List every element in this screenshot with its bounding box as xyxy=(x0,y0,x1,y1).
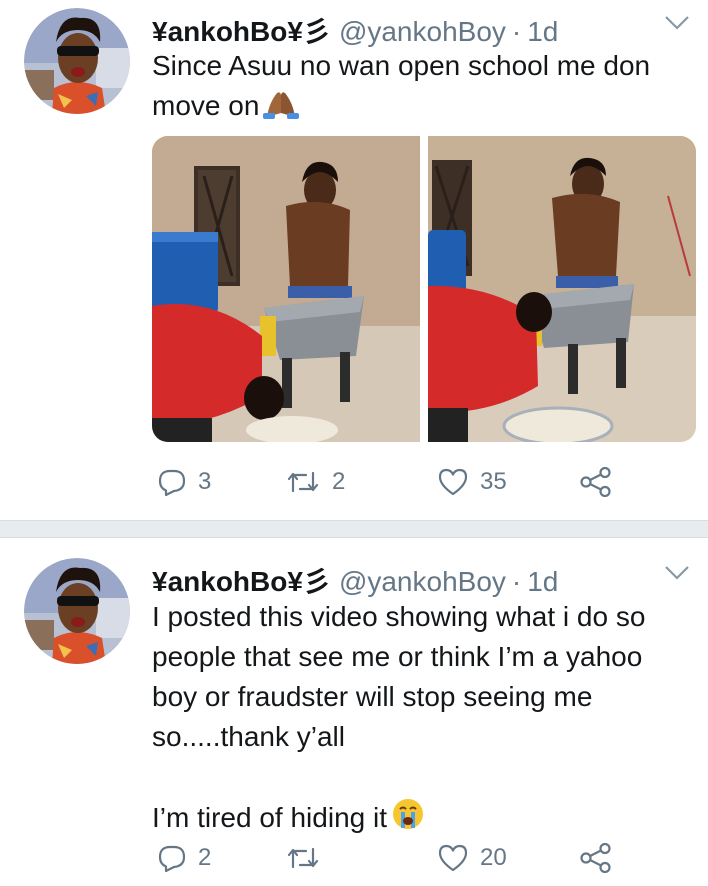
user-handle[interactable]: @yankohBoy xyxy=(339,16,506,48)
tweet-text-line: so.....thank y’all xyxy=(152,721,345,752)
media-gallery[interactable] xyxy=(152,136,696,442)
chevron-down-icon[interactable] xyxy=(664,564,690,582)
tweet-text-line: Since Asuu no wan open school me don xyxy=(152,50,651,81)
heart-icon xyxy=(438,468,468,496)
separator-dot: · xyxy=(511,566,522,597)
crying-face-emoji xyxy=(391,797,425,842)
like-button[interactable]: 35 xyxy=(438,462,507,502)
folded-hands-emoji xyxy=(263,89,300,130)
like-button[interactable]: 20 xyxy=(438,838,507,878)
photo-left[interactable] xyxy=(152,136,420,442)
user-handle[interactable]: @yankohBoy xyxy=(339,566,506,598)
tweet-text-line xyxy=(152,757,692,797)
retweet-button[interactable] xyxy=(286,838,332,878)
share-button[interactable] xyxy=(580,462,612,502)
like-count: 35 xyxy=(480,468,507,495)
tweet-actions: 3 2 35 xyxy=(152,462,632,502)
tweet-text: I posted this video showing what i do so… xyxy=(152,597,692,842)
separator-dot: · xyxy=(511,16,522,47)
tweet-card[interactable]: ¥ankohBo¥彡 @yankohBoy · 1d I posted this… xyxy=(0,538,708,886)
tweet-text-line: boy or fraudster will stop seeing me xyxy=(152,681,593,712)
tweet-separator xyxy=(0,520,708,538)
photo-right[interactable] xyxy=(428,136,696,442)
tweet-text-line: people that see me or think I’m a yahoo xyxy=(152,641,643,672)
retweet-icon xyxy=(286,469,320,495)
avatar[interactable] xyxy=(24,558,130,664)
reply-count: 2 xyxy=(198,844,212,871)
avatar[interactable] xyxy=(24,8,130,114)
tweet-text-line: I’m tired of hiding it xyxy=(152,802,387,833)
display-name[interactable]: ¥ankohBo¥彡 xyxy=(152,10,331,50)
tweet-card[interactable]: ¥ankohBo¥彡 @yankohBoy · 1d Since Asuu no… xyxy=(0,0,708,520)
timestamp[interactable]: 1d xyxy=(527,16,558,48)
tweet-header: ¥ankohBo¥彡 @yankohBoy · 1d xyxy=(152,560,558,598)
display-name[interactable]: ¥ankohBo¥彡 xyxy=(152,560,331,600)
tweet-header: ¥ankohBo¥彡 @yankohBoy · 1d xyxy=(152,10,558,48)
heart-icon xyxy=(438,844,468,872)
tweet-actions: 2 20 xyxy=(152,838,632,878)
retweet-button[interactable]: 2 xyxy=(286,462,345,502)
chevron-down-icon[interactable] xyxy=(664,14,690,32)
retweet-count: 2 xyxy=(332,468,346,495)
tweet-text-line: I posted this video showing what i do so xyxy=(152,601,646,632)
reply-button[interactable]: 2 xyxy=(158,838,211,878)
like-count: 20 xyxy=(480,844,507,871)
share-button[interactable] xyxy=(580,838,612,878)
tweet-text-line: move on xyxy=(152,90,260,121)
share-icon xyxy=(580,843,612,873)
tweet-text: Since Asuu no wan open school me don mov… xyxy=(152,46,692,130)
reply-icon xyxy=(158,468,186,496)
retweet-icon xyxy=(286,845,320,871)
reply-count: 3 xyxy=(198,468,212,495)
timestamp[interactable]: 1d xyxy=(527,566,558,598)
share-icon xyxy=(580,467,612,497)
reply-button[interactable]: 3 xyxy=(158,462,211,502)
reply-icon xyxy=(158,844,186,872)
